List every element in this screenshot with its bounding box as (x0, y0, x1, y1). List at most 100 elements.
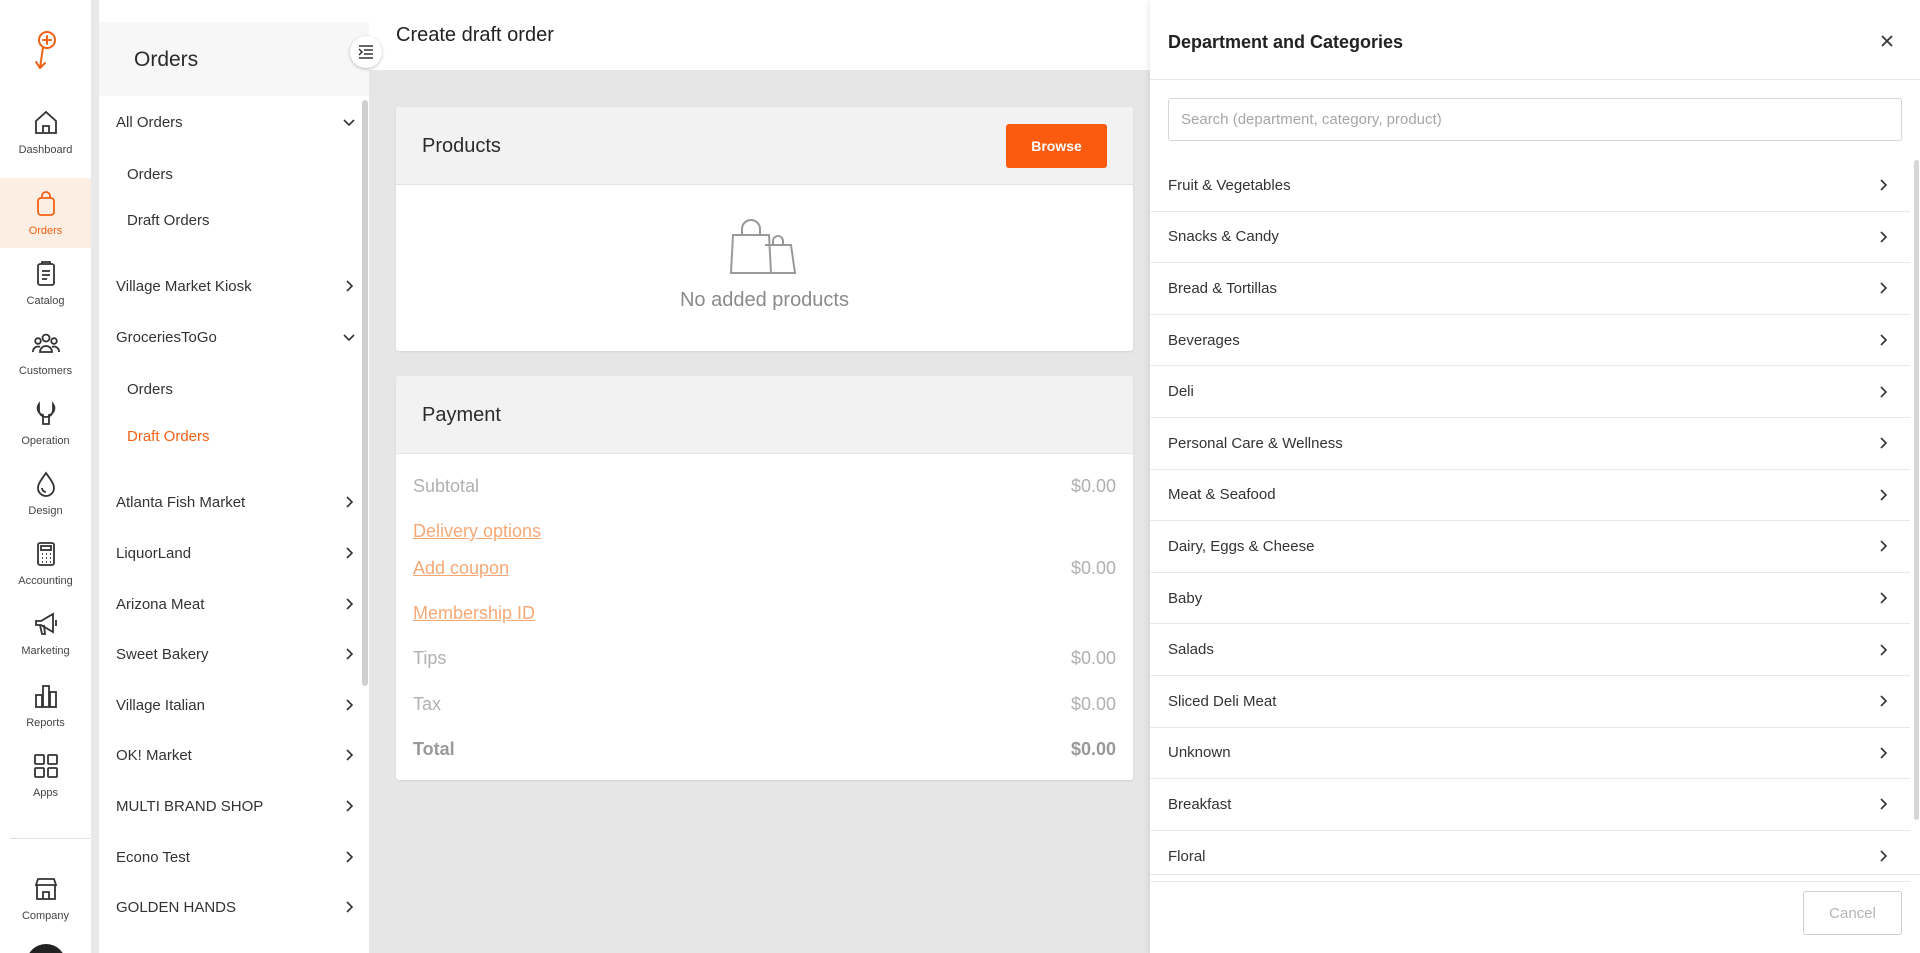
category-row[interactable]: Unknown (1150, 728, 1910, 780)
delivery-options-link[interactable]: Delivery options (413, 521, 541, 542)
chevron-right-icon (1880, 747, 1888, 759)
cancel-button[interactable]: Cancel (1803, 891, 1902, 935)
rail-label: Apps (32, 787, 59, 799)
nav-group-label: Village Italian (116, 696, 205, 714)
nav-group-all-orders[interactable]: All Orders (116, 107, 356, 137)
category-label: Snacks & Candy (1168, 228, 1279, 246)
chevron-right-icon (1880, 695, 1888, 707)
category-list: Fruit & Vegetables Snacks & Candy Bread … (1150, 160, 1910, 883)
rail-item-design[interactable]: Design (0, 458, 91, 528)
chevron-right-icon (1880, 437, 1888, 449)
add-coupon-link[interactable]: Add coupon (413, 558, 509, 579)
nav-group-arizona-meat[interactable]: Arizona Meat (116, 589, 356, 619)
category-row[interactable]: Fruit & Vegetables (1150, 160, 1910, 212)
subtotal-value: $0.00 (1070, 476, 1116, 496)
nav-group-sweet-bakery[interactable]: Sweet Bakery (116, 639, 356, 669)
chevron-right-icon (346, 749, 354, 761)
category-label: Baby (1168, 589, 1203, 607)
empty-products-text: No added products (679, 289, 849, 311)
avatar[interactable] (26, 944, 66, 953)
category-row[interactable]: Personal Care & Wellness (1150, 418, 1910, 470)
users-icon (31, 333, 60, 353)
nav-group-econo-test[interactable]: Econo Test (116, 842, 356, 872)
rail-item-catalog[interactable]: Catalog (0, 248, 91, 318)
membership-id-link[interactable]: Membership ID (413, 603, 535, 624)
category-row[interactable]: Meat & Seafood (1150, 470, 1910, 522)
chevron-right-icon (1880, 798, 1888, 810)
panel-divider (1150, 79, 1920, 80)
rail-item-apps[interactable]: Apps (0, 740, 91, 810)
category-row[interactable]: Beverages (1150, 315, 1910, 367)
subnav-scrollbar[interactable] (362, 100, 368, 686)
nav-group-label: Arizona Meat (116, 595, 205, 613)
category-row[interactable]: Snacks & Candy (1150, 212, 1910, 264)
calculator-icon (36, 542, 55, 566)
chevron-right-icon (346, 699, 354, 711)
chevron-right-icon (1880, 850, 1888, 862)
category-row[interactable]: Salads (1150, 624, 1910, 676)
category-label: Deli (1168, 383, 1194, 401)
icon-rail: Dashboard Orders Catalog Customers Opera… (0, 0, 91, 953)
nav-item-all-orders-orders[interactable]: Orders (127, 166, 173, 183)
chevron-right-icon (346, 901, 354, 913)
nav-group-label: Sweet Bakery (116, 645, 209, 663)
chevron-right-icon (1880, 592, 1888, 604)
category-label: Breakfast (1168, 795, 1232, 813)
membership-row: Membership ID (413, 603, 1116, 624)
close-icon[interactable] (1876, 30, 1898, 52)
category-label: Unknown (1168, 744, 1231, 762)
coupon-row: Add coupon $0.00 (413, 558, 1116, 579)
rail-label: Catalog (26, 295, 65, 307)
grid-icon (33, 754, 58, 778)
panel-scrollbar[interactable] (1914, 160, 1919, 820)
category-row[interactable]: Bread & Tortillas (1150, 263, 1910, 315)
subtotal-row: Subtotal $0.00 (413, 476, 1116, 497)
rail-item-marketing[interactable]: Marketing (0, 598, 91, 668)
category-row[interactable]: Baby (1150, 573, 1910, 625)
nav-group-golden-hands[interactable]: GOLDEN HANDS (116, 892, 356, 922)
rail-item-orders[interactable]: Orders (0, 178, 91, 248)
rail-item-customers[interactable]: Customers (0, 318, 91, 388)
category-row[interactable]: Sliced Deli Meat (1150, 676, 1910, 728)
nav-item-groceriestogo-orders[interactable]: Orders (127, 381, 173, 398)
shopping-bag-icon (36, 191, 55, 216)
nav-group-label: MULTI BRAND SHOP (116, 797, 264, 815)
rail-label: Reports (26, 717, 65, 729)
nav-group-village-market-kiosk[interactable]: Village Market Kiosk (116, 271, 356, 301)
nav-group-village-italian[interactable]: Village Italian (116, 690, 356, 720)
collapse-sidebar-button[interactable] (350, 36, 382, 68)
nav-group-ok-market[interactable]: OK! Market (116, 740, 356, 770)
payment-card-header: Payment (396, 376, 1133, 454)
nav-group-multi-brand-shop[interactable]: MULTI BRAND SHOP (116, 791, 356, 821)
brand-logo[interactable] (28, 28, 62, 74)
category-label: Sliced Deli Meat (1168, 692, 1277, 710)
chevron-right-icon (346, 800, 354, 812)
list-indent-icon (358, 45, 373, 59)
subnav-title: Orders (134, 48, 199, 71)
nav-item-groceriestogo-draft[interactable]: Draft Orders (127, 428, 210, 445)
category-search-input[interactable] (1168, 98, 1902, 141)
nav-group-label: GOLDEN HANDS (116, 898, 237, 916)
rail-scrollbar[interactable] (91, 0, 99, 953)
chevron-right-icon (1880, 489, 1888, 501)
category-row[interactable]: Breakfast (1150, 779, 1910, 831)
chevron-right-icon (1880, 179, 1888, 191)
category-label: Fruit & Vegetables (1168, 176, 1291, 194)
rail-item-accounting[interactable]: Accounting (0, 528, 91, 598)
tax-value: $0.00 (1070, 694, 1116, 714)
browse-button[interactable]: Browse (1006, 124, 1107, 168)
chevron-right-icon (1880, 282, 1888, 295)
category-row[interactable]: Deli (1150, 366, 1910, 418)
droplet-icon (36, 471, 55, 497)
category-row[interactable]: Dairy, Eggs & Cheese (1150, 521, 1910, 573)
rail-item-reports[interactable]: Reports (0, 670, 91, 740)
tax-label: Tax (413, 694, 442, 714)
rail-item-dashboard[interactable]: Dashboard (0, 97, 91, 167)
category-label: Floral (1168, 847, 1206, 865)
rail-item-company[interactable]: Company (0, 863, 91, 933)
nav-item-all-orders-draft[interactable]: Draft Orders (127, 212, 210, 229)
rail-item-operation[interactable]: Operation (0, 388, 91, 458)
nav-group-atlanta-fish-market[interactable]: Atlanta Fish Market (116, 487, 356, 517)
nav-group-groceriestogo[interactable]: GroceriesToGo (116, 322, 356, 352)
nav-group-liquorland[interactable]: LiquorLand (116, 538, 356, 568)
